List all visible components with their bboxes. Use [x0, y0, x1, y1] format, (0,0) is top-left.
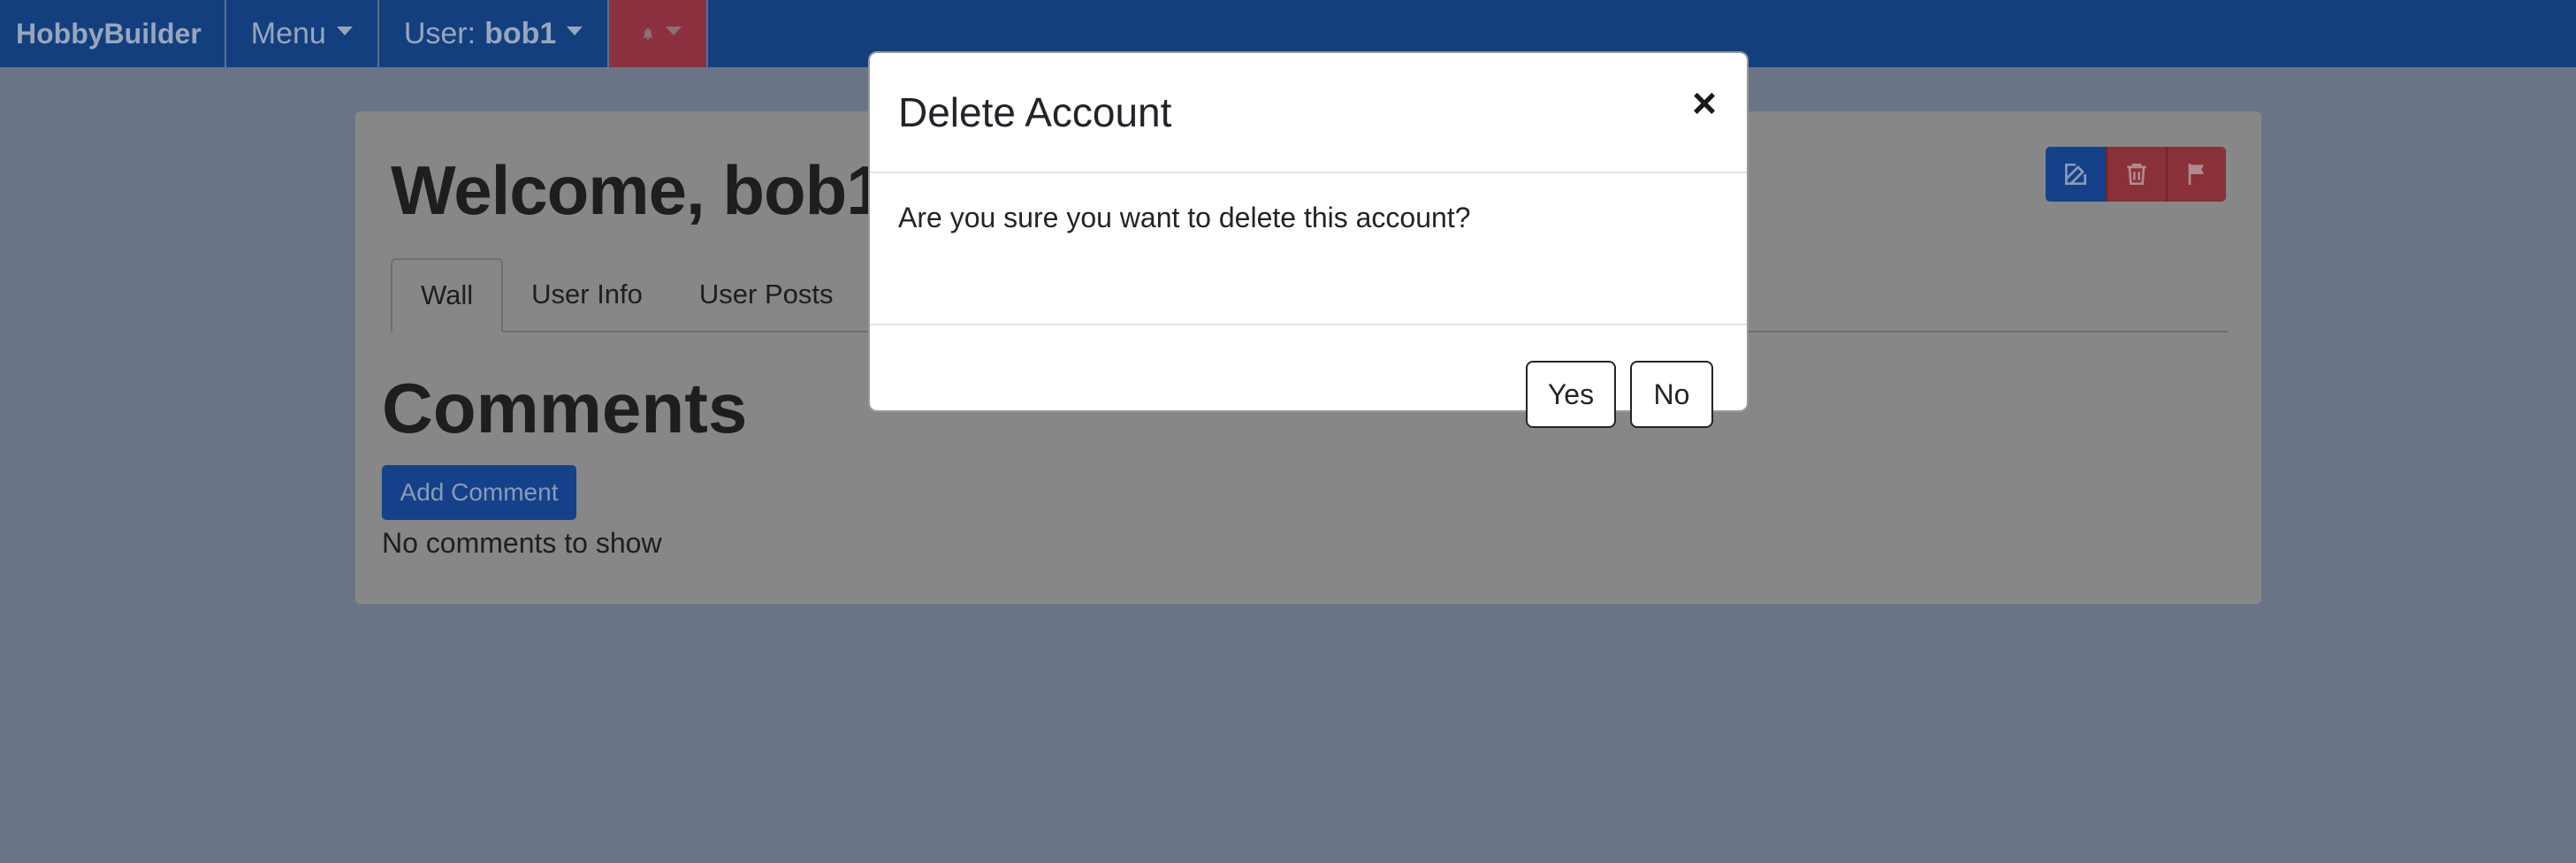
profile-actions — [2046, 147, 2226, 202]
modal-body: Are you sure you want to delete this acc… — [870, 173, 1747, 325]
tab-label: User Info — [531, 279, 643, 309]
menu-dropdown[interactable]: Menu — [226, 0, 379, 67]
chevron-down-icon — [567, 27, 583, 35]
chevron-down-icon — [666, 27, 682, 35]
modal-title: Delete Account — [898, 89, 1172, 135]
modal-header: Delete Account × — [870, 53, 1747, 173]
page-title: Welcome, bob1 — [391, 151, 885, 229]
tab-label: User Posts — [698, 279, 834, 309]
brand-link[interactable]: HobbyBuilder — [0, 0, 226, 67]
confirm-message: Are you sure you want to delete this acc… — [898, 202, 1471, 233]
menu-label: Menu — [250, 16, 326, 50]
tab-user-posts[interactable]: User Posts — [671, 258, 862, 331]
delete-button[interactable] — [2106, 147, 2166, 202]
username-label: bob1 — [484, 16, 557, 50]
empty-comments-text: No comments to show — [382, 527, 662, 559]
yes-button[interactable]: Yes — [1526, 361, 1616, 428]
flag-icon — [2188, 164, 2204, 185]
delete-account-modal: Delete Account × Are you sure you want t… — [868, 51, 1749, 428]
bell-icon — [643, 27, 653, 40]
tab-wall[interactable]: Wall — [391, 258, 504, 332]
edit-icon — [2065, 164, 2086, 185]
user-prefix: User: — [403, 16, 476, 50]
add-comment-button[interactable]: Add Comment — [382, 465, 576, 520]
brand-label: HobbyBuilder — [16, 17, 202, 50]
flag-button[interactable] — [2166, 147, 2226, 202]
user-dropdown[interactable]: User: bob1 — [379, 0, 610, 67]
tab-label: Wall — [421, 279, 474, 310]
notifications-dropdown[interactable] — [609, 0, 709, 67]
no-button[interactable]: No — [1630, 361, 1713, 428]
close-icon[interactable]: × — [1685, 83, 1724, 126]
modal-footer: Yes No — [870, 325, 1747, 428]
trash-icon — [2127, 164, 2146, 185]
edit-button[interactable] — [2046, 147, 2106, 202]
chevron-down-icon — [336, 27, 353, 35]
tab-user-info[interactable]: User Info — [503, 258, 671, 331]
comments-heading: Comments — [382, 369, 748, 447]
